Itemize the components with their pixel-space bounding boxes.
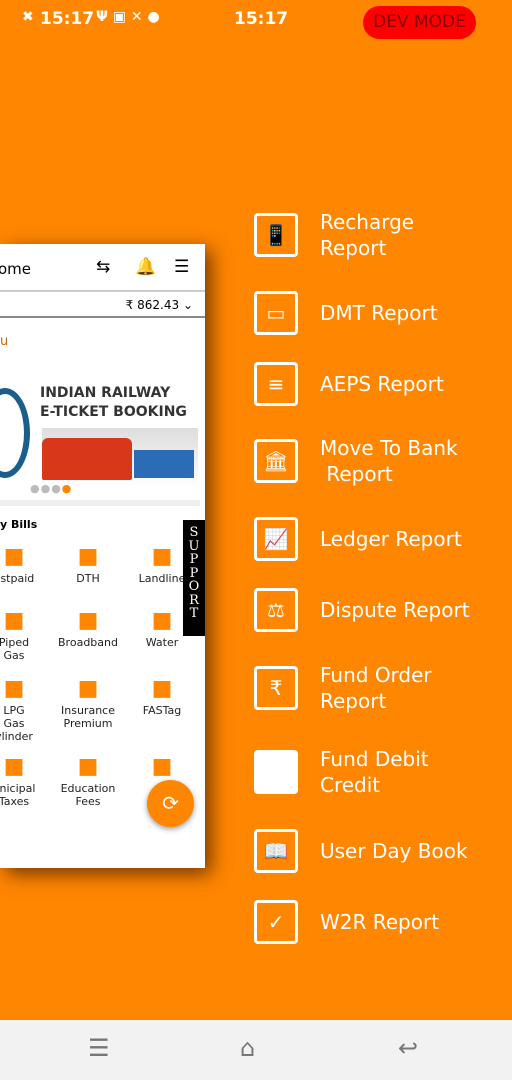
bell-icon[interactable]: 🔔 bbox=[135, 257, 156, 277]
report-icon: ₹ bbox=[254, 666, 298, 710]
support-label: SUPPORT bbox=[188, 525, 200, 621]
transfer-icon[interactable]: ⇆ bbox=[96, 257, 110, 277]
building-icon: ■ bbox=[3, 754, 25, 779]
report-icon: 🏛 bbox=[254, 439, 298, 483]
tile-mobile[interactable]: ■ ostpaid bbox=[0, 542, 46, 585]
home-icon[interactable]: ⌂ bbox=[240, 1034, 255, 1062]
app-preview[interactable]: ome ⇆ 🔔 ☰ ₹ 862.43 ⌄ u INDIAN RAILWAY E-T… bbox=[0, 244, 205, 868]
banner-line1: INDIAN RAILWAY bbox=[40, 385, 171, 401]
menu-list-icon[interactable]: ☰ bbox=[174, 257, 189, 277]
status-time-center: 15:17 bbox=[234, 9, 289, 29]
recents-icon[interactable]: ☰ bbox=[88, 1034, 110, 1062]
notification-icon: ✖ bbox=[22, 9, 34, 25]
app-header: ome ⇆ 🔔 ☰ bbox=[0, 244, 205, 292]
report-icon: ✓ bbox=[254, 900, 298, 944]
tile-label: Broadband bbox=[58, 636, 118, 649]
section-title: y Bills bbox=[0, 518, 38, 531]
menu-item-label: Fund Order Report bbox=[320, 663, 432, 713]
page-title: ome bbox=[0, 260, 32, 278]
banner-line2: E-TICKET BOOKING bbox=[40, 404, 187, 420]
welcome-text: u bbox=[0, 334, 9, 349]
tile-label: Piped Gas bbox=[0, 636, 30, 662]
balance: ₹ 862.43 bbox=[125, 298, 180, 312]
tile-label: ostpaid bbox=[0, 572, 35, 585]
report-icon: ▭ bbox=[254, 291, 298, 335]
tile-label: LPG Gas ylinder bbox=[0, 704, 33, 743]
report-icon: 📖 bbox=[254, 829, 298, 873]
refresh-button[interactable]: ⟳ bbox=[147, 780, 194, 827]
report-icon: 📈 bbox=[254, 517, 298, 561]
tile-graduation-cap[interactable]: ■ Education Fees bbox=[56, 752, 120, 808]
tile-label: DTH bbox=[76, 572, 100, 585]
tile-label: Landline bbox=[138, 572, 186, 585]
gas-pipe-icon: ■ bbox=[3, 608, 25, 633]
tile-cylinder[interactable]: ■ LPG Gas ylinder bbox=[0, 674, 46, 743]
menu-item-label: DMT Report bbox=[320, 301, 438, 325]
carousel-dots[interactable]: ●●●● bbox=[30, 482, 72, 495]
router-icon: ■ bbox=[77, 608, 99, 633]
menu-item-label: AEPS Report bbox=[320, 372, 444, 396]
tile-router[interactable]: ■ Broadband bbox=[56, 606, 120, 649]
shield-heart-icon: ■ bbox=[77, 676, 99, 701]
menu-item-label: Move To Bank Report bbox=[320, 436, 458, 486]
support-tab[interactable]: SUPPORT bbox=[183, 520, 205, 636]
mobile-icon: ■ bbox=[3, 544, 25, 569]
report-icon: ⚖ bbox=[254, 588, 298, 632]
tile-gas-pipe[interactable]: ■ Piped Gas bbox=[0, 606, 46, 662]
menu-item-label: Fund Debit Credit bbox=[320, 747, 429, 797]
menu-item-label: Recharge Report bbox=[320, 210, 415, 260]
dev-mode-badge: DEV MODE bbox=[363, 6, 476, 39]
report-icon: 📱 bbox=[254, 213, 298, 257]
banner[interactable]: INDIAN RAILWAY E-TICKET BOOKING ●●●● bbox=[0, 378, 205, 498]
status-time: 15:17 bbox=[40, 9, 95, 29]
tile-label: Water bbox=[145, 636, 179, 649]
report-icon bbox=[254, 750, 298, 794]
report-icon: ≡ bbox=[254, 362, 298, 406]
tile-label: Education Fees bbox=[60, 782, 116, 808]
tile-label: FASTag bbox=[142, 704, 182, 717]
menu-item-label: Dispute Report bbox=[320, 598, 470, 622]
menu-item-label: User Day Book bbox=[320, 839, 468, 863]
train-image bbox=[42, 428, 198, 488]
back-icon[interactable]: ↩ bbox=[398, 1034, 418, 1062]
usb-icon: Ψ ▣ ✕ ● bbox=[96, 9, 160, 25]
tile-label: Insurance Premium bbox=[61, 704, 115, 730]
graduation-cap-icon: ■ bbox=[77, 754, 99, 779]
tile-tv[interactable]: ■ DTH bbox=[56, 542, 120, 585]
tile-car[interactable]: ■ FASTag bbox=[130, 674, 194, 717]
menu-item-label: W2R Report bbox=[320, 910, 440, 934]
chevron-down-icon: ⌄ bbox=[182, 298, 193, 312]
tile-building[interactable]: ■ unicipal Taxes bbox=[0, 752, 46, 808]
car-icon: ■ bbox=[151, 676, 173, 701]
tile-label: unicipal Taxes bbox=[0, 782, 36, 808]
tv-icon: ■ bbox=[77, 544, 99, 569]
irctc-logo bbox=[0, 388, 30, 478]
house-icon: ■ bbox=[151, 754, 173, 779]
menu-item-label: Ledger Report bbox=[320, 527, 462, 551]
cylinder-icon: ■ bbox=[3, 676, 25, 701]
balance-bar[interactable]: ₹ 862.43 ⌄ bbox=[0, 292, 205, 318]
nav-bar: ☰ ⌂ ↩ bbox=[0, 1020, 512, 1080]
status-bar: ✖ 15:17 Ψ ▣ ✕ ● 15:17 DEV MODE bbox=[0, 0, 512, 40]
tile-shield-heart[interactable]: ■ Insurance Premium bbox=[56, 674, 120, 730]
